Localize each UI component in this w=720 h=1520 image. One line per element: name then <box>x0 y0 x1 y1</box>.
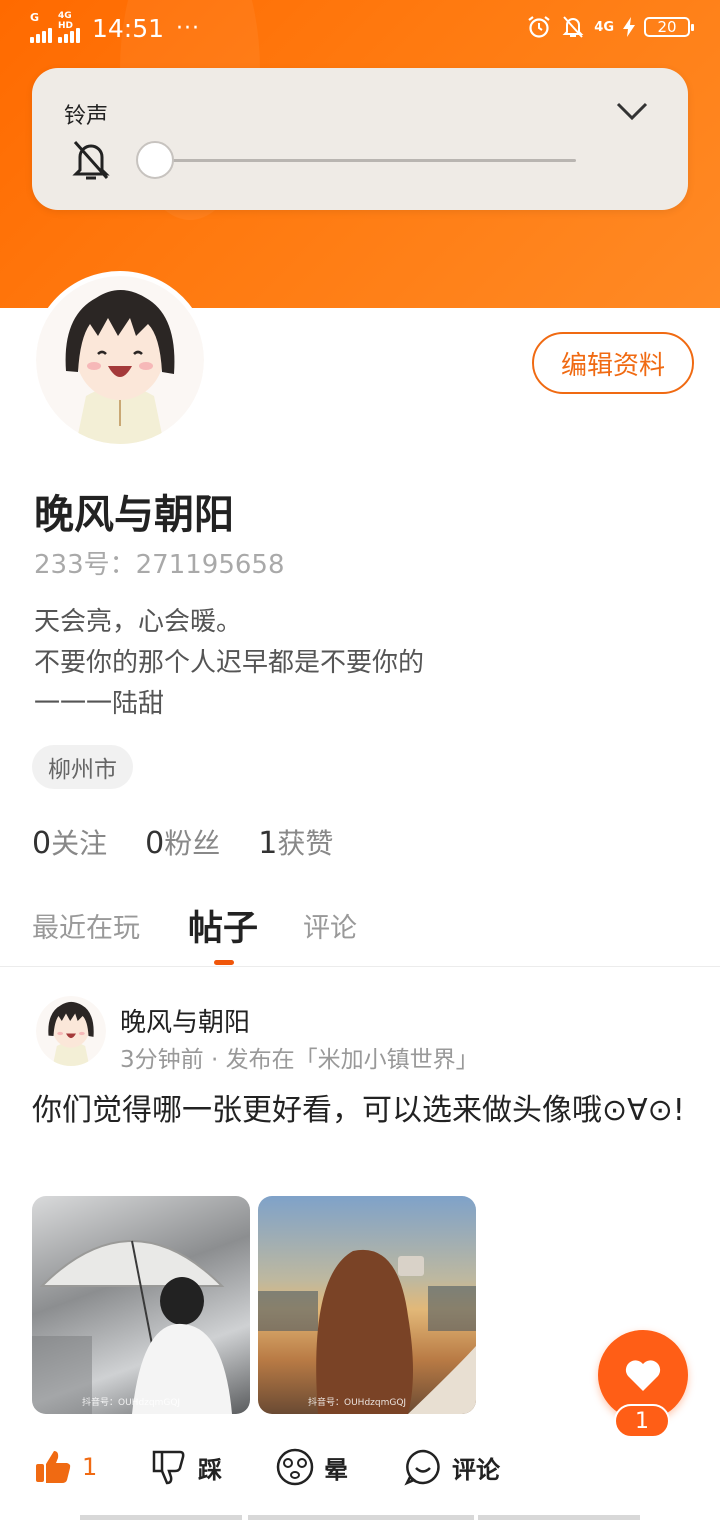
signal-2-icon: 4G HD <box>58 11 80 43</box>
image-watermark: 抖音号：OUHdzqmGQJ <box>308 1398 407 1408</box>
signal-1-icon: G <box>30 11 52 43</box>
volume-slider-track[interactable] <box>156 159 576 162</box>
post-actions: 1 踩 晕 评论 <box>0 1440 720 1500</box>
comment-button[interactable]: 评论 <box>404 1448 500 1486</box>
volume-panel-title: 铃声 <box>64 104 109 129</box>
profile-nickname: 晚风与朝阳 <box>34 492 234 538</box>
comment-bubble-icon <box>404 1449 440 1486</box>
bio-line: 一一一陆甜 <box>34 689 165 719</box>
like-button[interactable]: 1 <box>34 1448 97 1486</box>
tab-recently-played[interactable]: 最近在玩 <box>32 906 140 945</box>
profile-bio: 天会亮，心会暖。 不要你的那个人迟早都是不要你的 一一一陆甜 <box>34 602 424 725</box>
edit-profile-button[interactable]: 编辑资料 <box>532 332 694 394</box>
image-watermark: 抖音号：OUHdzqmGQJ <box>82 1398 181 1408</box>
dislike-button[interactable]: 踩 <box>150 1448 222 1486</box>
chevron-down-icon[interactable] <box>612 96 652 126</box>
profile-id: 233号：271195658 <box>34 550 285 580</box>
stat-likes[interactable]: 1获赞 <box>258 822 333 862</box>
like-count: 1 <box>82 1453 98 1481</box>
profile-avatar[interactable] <box>36 276 204 444</box>
battery-indicator: 20 <box>644 17 694 37</box>
volume-slider-thumb[interactable] <box>136 141 174 179</box>
divider <box>0 966 720 967</box>
comment-label: 评论 <box>452 1455 500 1484</box>
volume-panel: 铃声 <box>32 68 688 210</box>
stat-following[interactable]: 0关注 <box>32 822 107 862</box>
silent-bell-icon <box>562 16 584 38</box>
post-image[interactable]: 抖音号：OUHdzqmGQJ <box>32 1196 250 1414</box>
dizzy-button[interactable]: 晕 <box>276 1448 348 1486</box>
clock: 14:51 <box>92 14 165 43</box>
tab-posts[interactable]: 帖子 <box>188 900 258 951</box>
profile-tabs: 最近在玩 帖子 评论 <box>0 896 720 966</box>
charging-icon <box>623 17 635 37</box>
network-type: 4G <box>594 19 614 35</box>
bio-line: 不要你的那个人迟早都是不要你的 <box>34 648 425 678</box>
dislike-label: 踩 <box>198 1455 222 1484</box>
profile-stats: 0关注 0粉丝 1获赞 <box>32 822 333 862</box>
post-author-avatar[interactable] <box>36 996 106 1066</box>
bio-line: 天会亮，心会暖。 <box>34 607 243 637</box>
alarm-icon <box>528 16 550 38</box>
post-image[interactable]: 抖音号：OUHdzqmGQJ <box>258 1196 476 1414</box>
post-content[interactable]: 你们觉得哪一张更好看，可以选来做头像哦⊙∀⊙! <box>32 1090 688 1132</box>
next-post-edge <box>0 1514 720 1520</box>
active-tab-indicator <box>214 960 234 965</box>
bell-muted-icon[interactable] <box>70 138 112 182</box>
tab-comments[interactable]: 评论 <box>303 906 357 945</box>
more-notifications-icon: ··· <box>176 16 201 41</box>
post-author-name[interactable]: 晚风与朝阳 <box>120 1002 250 1039</box>
dizzy-label: 晕 <box>324 1455 348 1484</box>
thumbs-up-icon <box>36 1451 71 1483</box>
post-meta: 3分钟前 · 发布在「米加小镇世界」 <box>120 1047 479 1073</box>
stat-followers[interactable]: 0粉丝 <box>145 822 220 862</box>
dizzy-face-icon <box>276 1448 314 1486</box>
like-fab-count: 1 <box>614 1404 670 1438</box>
thumbs-down-icon <box>152 1450 185 1485</box>
status-bar: G 4G HD 14:51 ··· 4G 20 <box>0 0 720 58</box>
heart-icon <box>625 1360 661 1391</box>
location-tag: 柳州市 <box>32 745 133 789</box>
